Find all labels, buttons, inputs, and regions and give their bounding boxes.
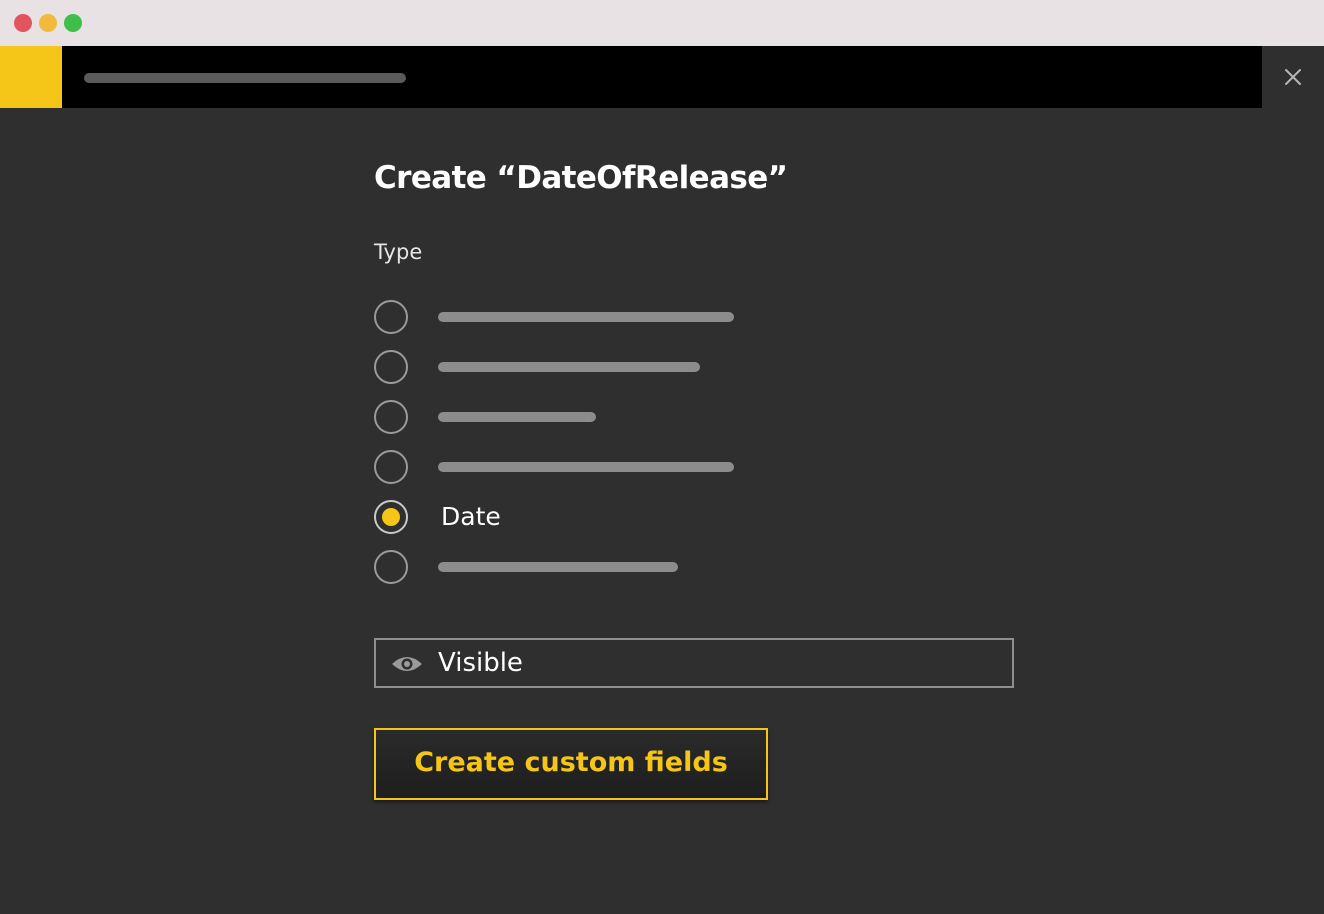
radio-selected-dot [382,508,400,526]
close-icon [1285,69,1301,85]
radio-button[interactable] [374,450,408,484]
radio-button[interactable] [374,350,408,384]
visibility-label: Visible [438,648,523,678]
create-button-label: Create custom fields [414,747,728,778]
window-maximize-button[interactable] [64,14,82,32]
option-label: Date [441,502,501,531]
window-titlebar [0,0,1324,46]
window-close-button[interactable] [14,14,32,32]
type-option-2[interactable] [374,350,974,384]
option-label-placeholder [438,362,700,372]
app-window: Create “DateOfRelease” Type Date Visible… [0,0,1324,914]
app-logo [0,46,62,108]
type-option-3[interactable] [374,400,974,434]
radio-button[interactable] [374,400,408,434]
radio-button[interactable] [374,550,408,584]
option-label-placeholder [438,412,596,422]
radio-button-selected[interactable] [374,500,408,534]
type-option-4[interactable] [374,450,974,484]
window-minimize-button[interactable] [39,14,57,32]
app-header [0,46,1262,108]
option-label-placeholder [438,462,734,472]
visibility-select[interactable]: Visible [374,638,1014,688]
type-option-6[interactable] [374,550,974,584]
eye-icon [392,657,422,671]
page-title: Create “DateOfRelease” [374,160,788,196]
type-option-date[interactable]: Date [374,500,974,534]
option-label-placeholder [438,562,678,572]
radio-button[interactable] [374,300,408,334]
option-label-placeholder [438,312,734,322]
type-option-1[interactable] [374,300,974,334]
header-title-placeholder [84,73,406,83]
close-button[interactable] [1262,46,1324,108]
create-custom-fields-button[interactable]: Create custom fields [374,728,768,800]
type-label: Type [374,240,423,264]
